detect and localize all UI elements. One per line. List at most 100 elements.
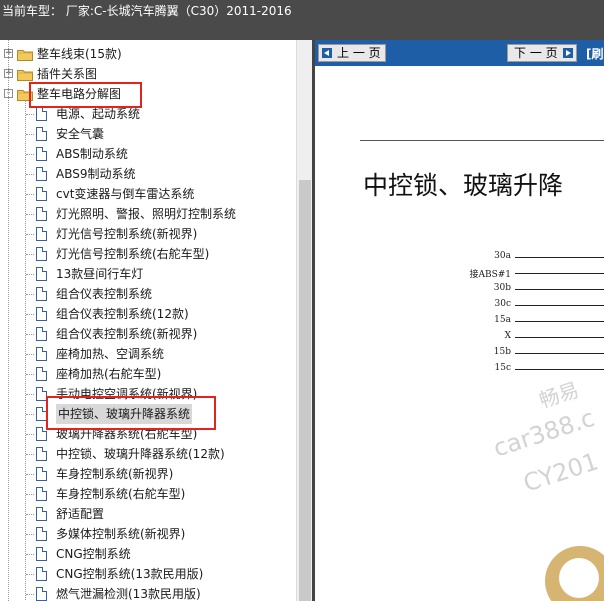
document-icon — [36, 247, 47, 261]
document-icon — [36, 227, 47, 241]
tree-item[interactable]: 灯光信号控制系统(右舵车型) — [0, 244, 296, 264]
tree-folder-label: 插件关系图 — [37, 67, 98, 81]
tree-item[interactable]: 灯光照明、警报、照明灯控制系统 — [0, 204, 296, 224]
folder-icon — [17, 67, 33, 81]
tree-item-label: 组合仪表控制系统(12款) — [56, 307, 189, 321]
tree-item[interactable]: 组合仪表控制系统(12款) — [0, 304, 296, 324]
tree-branch-line — [26, 354, 34, 355]
tree-item-label: 车身控制系统(新视界) — [56, 467, 174, 481]
wire-label: 30a — [494, 251, 511, 261]
document-icon — [36, 527, 47, 541]
tree-item[interactable]: 安全气囊 — [0, 124, 296, 144]
watermark-line-3: CY201 — [520, 447, 602, 498]
prev-page-button[interactable]: 上 一 页 — [318, 44, 386, 62]
tree-branch-line — [26, 194, 34, 195]
tree-item-label: CNG控制系统 — [56, 547, 131, 561]
tree-item[interactable]: ABS9制动系统 — [0, 164, 296, 184]
wire-line — [515, 273, 604, 274]
document-icon — [36, 367, 47, 381]
tree-branch-line — [26, 314, 34, 315]
tree-branch-line — [26, 454, 34, 455]
document-icon — [36, 447, 47, 461]
document-icon — [36, 547, 47, 561]
wire-label: 15a — [494, 315, 511, 325]
tree-item-label: 座椅加热(右舵车型) — [56, 367, 162, 381]
tree-item[interactable]: 车身控制系统(新视界) — [0, 464, 296, 484]
document-icon — [36, 467, 47, 481]
tree-item-label: 组合仪表控制系统 — [56, 287, 153, 301]
tree-item-label: 燃气泄漏检测(13款民用版) — [56, 587, 201, 601]
wire-label: 15c — [494, 363, 512, 373]
refresh-link[interactable]: [刷 — [586, 45, 604, 62]
tree-item[interactable]: 多媒体控制系统(新视界) — [0, 524, 296, 544]
wire-line — [515, 353, 604, 354]
tree-item-label: 灯光信号控制系统(右舵车型) — [56, 247, 210, 261]
tree-item[interactable]: 组合仪表控制系统 — [0, 284, 296, 304]
document-icon — [36, 307, 47, 321]
wire-label: 接ABS#1 — [469, 270, 511, 280]
tree-branch-line — [26, 574, 34, 575]
tree-branch-line — [26, 214, 34, 215]
tree-item[interactable]: 座椅加热、空调系统 — [0, 344, 296, 364]
tree-branch-line — [26, 254, 34, 255]
next-page-button[interactable]: 下 一 页 — [507, 44, 577, 62]
tree-item[interactable]: CNG控制系统(13款民用版) — [0, 564, 296, 584]
tree-branch-line — [26, 514, 34, 515]
tree-panel: + 整车线束(15款) + 插件关系图 - 整车电路分解图 电源、起动系统 安全气囊 ABS制动… — [0, 40, 312, 601]
tree-branch-line — [26, 554, 34, 555]
wire-label: 15b — [493, 347, 511, 357]
tree-branch-line — [26, 174, 34, 175]
tree-item[interactable]: ABS制动系统 — [0, 144, 296, 164]
document-icon — [36, 507, 47, 521]
tree-item-label: 座椅加热、空调系统 — [56, 347, 165, 361]
tree-branch-line — [26, 154, 34, 155]
tree-item-label: ABS9制动系统 — [56, 167, 136, 181]
tree-branch-line — [26, 494, 34, 495]
tree-item-label: ABS制动系统 — [56, 147, 128, 161]
tree-branch-line — [26, 274, 34, 275]
tree-branch-line — [26, 394, 34, 395]
viewer-toolbar: 上 一 页 下 一 页 — [315, 40, 604, 66]
tree-item[interactable]: cvt变速器与倒车雷达系统 — [0, 184, 296, 204]
tree-item-label: CNG控制系统(13款民用版) — [56, 567, 204, 581]
wire-line — [515, 321, 604, 322]
arrow-right-icon — [562, 48, 573, 58]
tree-branch-line — [26, 434, 34, 435]
tree-item-label: cvt变速器与倒车雷达系统 — [56, 187, 195, 201]
document-title: 中控锁、玻璃升降 — [363, 171, 564, 200]
tree-item[interactable]: 灯光信号控制系统(新视界) — [0, 224, 296, 244]
prev-page-label: 上 一 页 — [337, 46, 381, 60]
tree-item[interactable]: CNG控制系统 — [0, 544, 296, 564]
wire-line — [515, 337, 604, 338]
document-icon — [36, 287, 47, 301]
tree-item-label: 13款昼间行车灯 — [56, 267, 144, 281]
next-page-label: 下 一 页 — [514, 46, 558, 60]
tree-branch-line — [26, 474, 34, 475]
tree-scrollbar[interactable] — [296, 40, 312, 601]
tree-item-label: 车身控制系统(右舵车型) — [56, 487, 186, 501]
tree-folder-row[interactable]: + 整车线束(15款) — [0, 44, 296, 64]
wire-line — [515, 289, 604, 290]
tree-item[interactable]: 舒适配置 — [0, 504, 296, 524]
tree-item[interactable]: 组合仪表控制系统(新视界) — [0, 324, 296, 344]
wire-label: 30c — [494, 299, 512, 309]
tree-item[interactable]: 中控锁、玻璃升降器系统(12款) — [0, 444, 296, 464]
document-icon — [36, 167, 47, 181]
folder-icon — [17, 47, 33, 61]
tree-item[interactable]: 13款昼间行车灯 — [0, 264, 296, 284]
document-icon — [36, 487, 47, 501]
tree-item[interactable]: 燃气泄漏检测(13款民用版) — [0, 584, 296, 601]
tree-item[interactable]: 座椅加热(右舵车型) — [0, 364, 296, 384]
tree-branch-line — [26, 374, 34, 375]
tree-branch-line — [26, 334, 34, 335]
wire-line — [515, 305, 604, 306]
scrollbar-thumb[interactable] — [299, 180, 311, 601]
document-icon — [36, 267, 47, 281]
tree-item[interactable]: 车身控制系统(右舵车型) — [0, 484, 296, 504]
tree-item-label: 舒适配置 — [56, 507, 105, 521]
document-icon — [36, 207, 47, 221]
document-icon — [36, 147, 47, 161]
tree-folder-row[interactable]: + 插件关系图 — [0, 64, 296, 84]
document-icon — [36, 567, 47, 581]
tree-item-label: 灯光信号控制系统(新视界) — [56, 227, 198, 241]
